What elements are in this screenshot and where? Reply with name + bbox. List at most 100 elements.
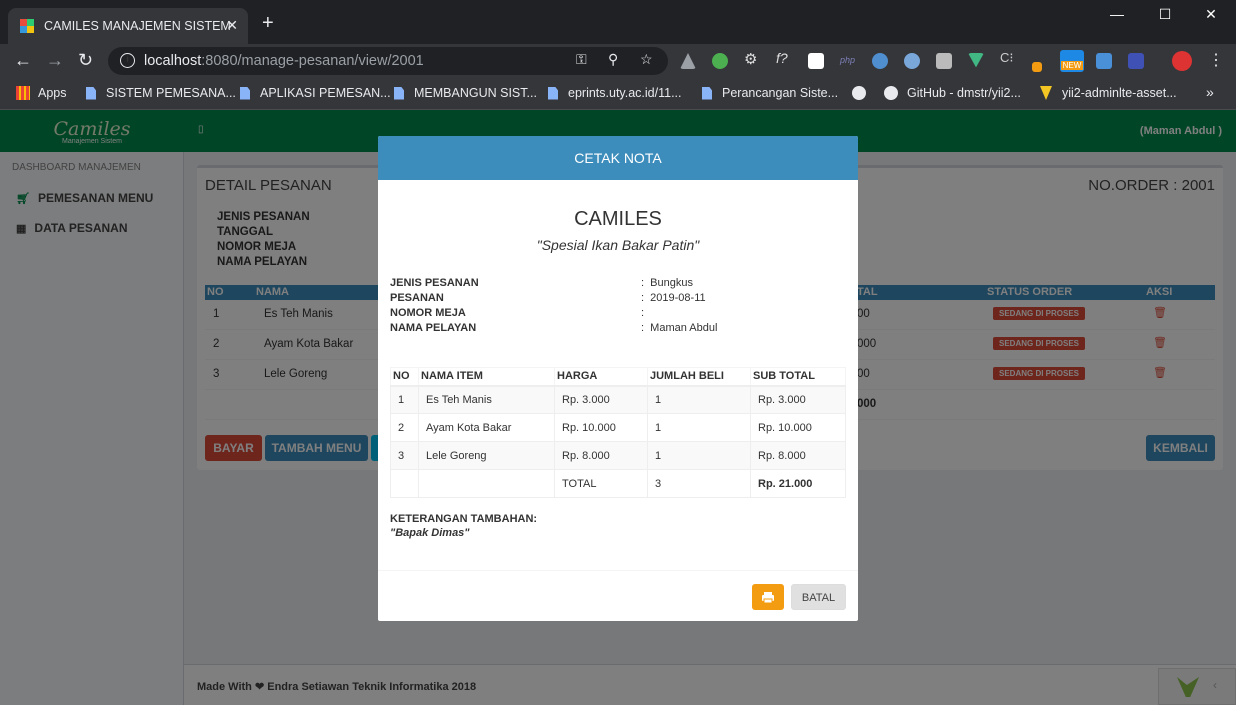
info-value: : — [641, 307, 651, 319]
globe-icon — [852, 86, 866, 100]
info-label: JENIS PESANAN — [390, 277, 479, 289]
cell-jumlah: 1 — [647, 441, 751, 470]
tab-close-icon[interactable]: ✕ — [226, 17, 238, 34]
cell-jumlah: 1 — [647, 385, 751, 414]
url-host: localhost — [144, 53, 202, 69]
bookmark-item[interactable]: SISTEM PEMESANA... — [86, 86, 236, 100]
total-label: TOTAL — [554, 469, 648, 498]
site-info-icon[interactable]: i — [120, 53, 135, 68]
document-icon — [240, 86, 250, 100]
cell-subtotal: Rp. 3.000 — [750, 385, 846, 414]
bookmark-label: SISTEM PEMESANA... — [106, 86, 236, 100]
bookmark-label: yii2-adminlte-asset... — [1062, 86, 1177, 100]
window-close-icon[interactable]: ✕ — [1188, 6, 1234, 23]
table-row: 1 Es Teh Manis Rp. 3.000 1 Rp. 3.000 — [390, 385, 846, 414]
cell-harga: Rp. 3.000 — [554, 385, 648, 414]
cell-no: 3 — [390, 441, 419, 470]
vue-devtools-icon[interactable] — [968, 53, 984, 68]
info-value-text: 2019-08-11 — [650, 292, 706, 304]
bookmark-item[interactable]: yii2-adminlte-asset... — [1040, 86, 1177, 100]
modal-footer: BATAL — [378, 570, 858, 621]
cell-harga: Rp. 8.000 — [554, 441, 648, 470]
invoice-title: CAMILES — [574, 208, 662, 230]
robot-extension-icon[interactable] — [936, 53, 952, 69]
browser-tab[interactable]: CAMILES MANAJEMEN SISTEM ✕ — [8, 8, 248, 44]
tab-favicon-icon — [20, 19, 34, 33]
bookmark-item[interactable]: Perancangan Siste... — [702, 86, 838, 100]
key-icon[interactable]: ⚿ — [576, 51, 587, 68]
bookmark-label: eprints.uty.ac.id/11... — [568, 86, 682, 100]
invoice-subtitle: "Spesial Ikan Bakar Patin" — [536, 237, 700, 253]
print-button[interactable] — [752, 584, 784, 610]
cell-empty — [390, 469, 419, 498]
php-extension-icon[interactable]: php — [840, 55, 856, 71]
info-value: : 2019-08-11 — [641, 292, 706, 304]
browser-toolbar: ← → ↻ i localhost:8080/manage-pesanan/vi… — [0, 44, 1236, 78]
globe-extension-icon[interactable] — [872, 53, 888, 69]
cell-subtotal: Rp. 8.000 — [750, 441, 846, 470]
download-extension-icon[interactable] — [1096, 53, 1112, 69]
document-icon — [548, 86, 558, 100]
cell-no: 2 — [390, 413, 419, 442]
flag-extension-icon[interactable] — [1128, 53, 1144, 69]
formula-extension-icon[interactable]: f? — [776, 50, 792, 66]
maximize-icon[interactable]: ☐ — [1142, 6, 1188, 23]
minimize-icon[interactable]: — — [1094, 6, 1140, 22]
bookmark-label: APLIKASI PEMESAN... — [260, 86, 391, 100]
document-icon — [394, 86, 404, 100]
info-value: : Maman Abdul — [641, 322, 718, 334]
profile-avatar[interactable] — [1172, 51, 1192, 71]
back-icon[interactable]: ← — [14, 50, 32, 71]
bookmark-item[interactable]: eprints.uty.ac.id/11... — [548, 86, 681, 100]
cell-harga: Rp. 10.000 — [554, 413, 648, 442]
bookmark-label: Perancangan Siste... — [722, 86, 839, 100]
reload-icon[interactable]: ↻ — [78, 50, 93, 71]
document-icon — [86, 86, 96, 100]
extension-icon[interactable] — [712, 53, 728, 69]
cell-empty — [418, 469, 555, 498]
c-extension-icon[interactable]: C⁝ — [1000, 50, 1016, 66]
new-extension-icon[interactable]: NEW — [1060, 50, 1084, 72]
table-total-row: TOTAL 3 Rp. 21.000 — [390, 469, 846, 498]
cell-nama: Ayam Kota Bakar — [418, 413, 555, 442]
bookmark-label: GitHub - dmstr/yii2... — [907, 86, 1021, 100]
new-tab-icon[interactable]: + — [262, 12, 274, 35]
notes-extension-icon[interactable] — [808, 53, 824, 69]
invoice-table: NO NAMA ITEM HARGA JUMLAH BELI SUB TOTAL… — [390, 367, 846, 498]
cell-nama: Es Teh Manis — [418, 385, 555, 414]
cell-jumlah: 1 — [647, 413, 751, 442]
browser-titlebar: CAMILES MANAJEMEN SISTEM ✕ + — ☐ ✕ — [0, 0, 1236, 44]
bookmark-item[interactable]: APLIKASI PEMESAN... — [240, 86, 391, 100]
column-header: JUMLAH BELI — [647, 367, 751, 387]
circle-extension-icon[interactable] — [904, 53, 920, 69]
cell-subtotal: Rp. 10.000 — [750, 413, 846, 442]
cancel-button[interactable]: BATAL — [791, 584, 846, 610]
total-sum: Rp. 21.000 — [750, 469, 846, 498]
drive-extension-icon[interactable] — [680, 53, 696, 69]
info-value: : Bungkus — [641, 277, 693, 289]
tab-title: CAMILES MANAJEMEN SISTEM — [44, 19, 231, 33]
info-label: PESANAN — [390, 292, 444, 304]
info-label: NAMA PELAYAN — [390, 322, 477, 334]
star-icon[interactable]: ☆ — [640, 51, 653, 68]
apps-grid-icon — [16, 86, 30, 100]
column-header: SUB TOTAL — [750, 367, 846, 387]
info-label: NOMOR MEJA — [390, 307, 466, 319]
bookmark-item[interactable]: MEMBANGUN SIST... — [394, 86, 537, 100]
print-invoice-modal: CETAK NOTA CAMILES "Spesial Ikan Bakar P… — [378, 136, 858, 621]
pen-extension-icon[interactable] — [1032, 62, 1042, 72]
bookmark-apps[interactable]: Apps — [16, 86, 67, 100]
menu-kebab-icon[interactable]: ⋮ — [1208, 50, 1224, 70]
bookmarks-bar: Apps SISTEM PEMESANA... APLIKASI PEMESAN… — [0, 78, 1236, 110]
address-bar[interactable]: i localhost:8080/manage-pesanan/view/200… — [108, 47, 668, 75]
forward-icon[interactable]: → — [46, 50, 64, 71]
printer-icon — [762, 592, 774, 604]
gear-extension-icon[interactable]: ⚙ — [744, 50, 760, 68]
column-header: HARGA — [554, 367, 648, 387]
cell-nama: Lele Goreng — [418, 441, 555, 470]
bookmark-globe[interactable] — [852, 86, 866, 100]
bookmark-item[interactable]: GitHub - dmstr/yii2... — [884, 86, 1021, 100]
cell-no: 1 — [390, 385, 419, 414]
more-bookmarks-icon[interactable]: » — [1206, 84, 1214, 100]
zoom-icon[interactable]: ⚲ — [608, 51, 618, 68]
